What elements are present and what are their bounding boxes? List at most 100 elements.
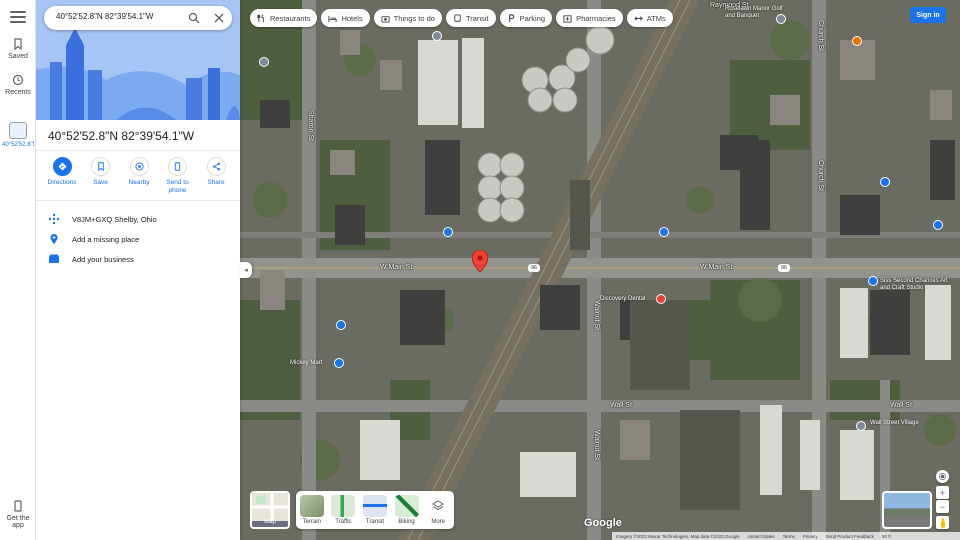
street-label-main: W Main St xyxy=(380,264,413,271)
rail-saved[interactable]: Saved xyxy=(0,38,36,60)
store-pin-icon[interactable] xyxy=(659,227,669,237)
rail-get-app-label: Get the app xyxy=(6,515,30,529)
route-shield: 96 xyxy=(778,264,790,272)
close-icon[interactable] xyxy=(213,12,225,24)
footer-link-terms[interactable]: Terms xyxy=(783,534,795,539)
terrain-icon xyxy=(299,495,324,517)
chip-label: Transit xyxy=(465,13,489,23)
layer-label: Terrain xyxy=(302,519,321,525)
directions-icon xyxy=(52,157,72,176)
street-label-church-south: Church St xyxy=(817,160,824,192)
chip-hotels[interactable]: Hotels xyxy=(321,9,370,27)
map-layer-label: Map xyxy=(264,519,276,525)
layers-panel: Terrain Traffic Transit Biking More xyxy=(296,491,454,529)
chip-label: Restaurants xyxy=(270,13,311,23)
footer-link-country[interactable]: United States xyxy=(748,534,775,539)
place-panel: 40°52'52.8"N 82°39'54.1"W Directions Sav… xyxy=(36,0,240,540)
pegman-button[interactable] xyxy=(936,516,949,529)
add-missing-place-row[interactable]: Add a missing place xyxy=(48,232,139,246)
business-icon xyxy=(49,254,59,263)
recent-place-thumbnail[interactable] xyxy=(9,122,27,139)
layer-label: Biking xyxy=(398,519,415,525)
sign-in-button[interactable]: Sign in xyxy=(910,7,946,23)
bookmark-icon xyxy=(14,38,22,50)
store-pin-icon[interactable] xyxy=(334,358,344,368)
save-label: Save xyxy=(93,179,108,186)
route-shield: 96 xyxy=(528,264,540,272)
add-business-row[interactable]: Add your business xyxy=(48,252,134,266)
dropped-pin-icon[interactable] xyxy=(472,250,488,272)
layer-terrain[interactable]: Terrain xyxy=(299,495,325,525)
street-label-wall-east: Wall St xyxy=(890,402,912,409)
hotel-icon xyxy=(328,15,337,22)
chip-label: ATMs xyxy=(646,13,666,23)
send-to-phone-label: Send to phone xyxy=(166,179,189,194)
phone-icon xyxy=(14,500,22,512)
rail-get-app[interactable]: Get the app xyxy=(0,500,36,529)
food-pin-icon[interactable] xyxy=(852,36,862,46)
chip-restaurants[interactable]: Restaurants xyxy=(250,9,318,27)
scale-bar-label[interactable]: 50 ft xyxy=(882,534,891,539)
street-label-main-east: W Main St xyxy=(700,264,733,271)
chip-transit[interactable]: Transit xyxy=(445,9,496,27)
layer-transit[interactable]: Transit xyxy=(362,495,388,525)
store-pin-icon[interactable] xyxy=(336,320,346,330)
zoom-in-button[interactable]: + xyxy=(936,486,949,499)
left-rail: Saved Recents 40°52'52.8"N Get the app xyxy=(0,0,36,540)
history-icon xyxy=(12,74,24,86)
dental-pin-icon[interactable] xyxy=(656,294,666,304)
directions-button[interactable]: Directions xyxy=(44,157,80,195)
golf-pin-icon[interactable] xyxy=(776,14,786,24)
chip-label: Things to do xyxy=(393,13,435,23)
poi-label-mickey: Mickey Mart xyxy=(290,360,323,366)
layers-icon xyxy=(426,495,450,517)
rail-recents-label: Recents xyxy=(5,89,31,96)
studio-pin-icon[interactable] xyxy=(868,276,878,286)
search-input[interactable] xyxy=(56,12,176,21)
zoom-out-button[interactable]: − xyxy=(936,500,949,513)
store-pin-icon[interactable] xyxy=(880,177,890,187)
plus-code-row[interactable]: V8JM+GXQ Shelby, Ohio xyxy=(48,212,157,226)
street-label-church: Church St xyxy=(817,20,824,52)
add-place-icon xyxy=(50,234,58,244)
map-layer-thumbnail xyxy=(252,493,288,521)
street-view-preview[interactable] xyxy=(882,491,932,529)
place-actions: Directions Save Nearby Send to phone Sha… xyxy=(44,157,234,195)
nearby-button[interactable]: Nearby xyxy=(121,157,157,195)
chip-things-to-do[interactable]: Things to do xyxy=(373,9,442,27)
rail-saved-label: Saved xyxy=(8,53,28,60)
layer-more[interactable]: More xyxy=(425,495,451,525)
menu-icon[interactable] xyxy=(10,11,26,25)
street-label-sharon: Sharon St xyxy=(307,110,314,142)
rail-recents[interactable]: Recents xyxy=(0,74,36,96)
housing-pin-icon[interactable] xyxy=(856,421,866,431)
chip-atms[interactable]: ATMs xyxy=(626,9,673,27)
place-pin-icon[interactable] xyxy=(432,31,442,41)
search-icon[interactable] xyxy=(188,12,200,24)
save-button[interactable]: Save xyxy=(83,157,119,195)
pharmacy-icon xyxy=(563,14,572,23)
store-pin-icon[interactable] xyxy=(443,227,453,237)
layer-label: More xyxy=(431,519,445,525)
layer-traffic[interactable]: Traffic xyxy=(330,495,356,525)
layer-toggle-map[interactable]: Map xyxy=(250,491,290,529)
poi-label-studio: Siss Second Chances Art and Craft Studio xyxy=(880,278,948,291)
collapse-panel-button[interactable]: ◂ xyxy=(240,262,252,278)
satellite-map[interactable]: W Main St W Main St Wall St Wall St Waln… xyxy=(240,0,960,540)
nearby-label: Nearby xyxy=(128,179,150,186)
footer-link-feedback[interactable]: Send Product Feedback xyxy=(826,534,874,539)
add-business-text: Add your business xyxy=(72,254,134,264)
place-pin-icon[interactable] xyxy=(259,57,269,67)
satellite-imagery xyxy=(240,0,960,540)
chip-parking[interactable]: Parking xyxy=(499,9,553,27)
layer-biking[interactable]: Biking xyxy=(394,495,420,525)
my-location-button[interactable] xyxy=(936,470,949,483)
share-icon xyxy=(206,157,226,176)
send-to-phone-button[interactable]: Send to phone xyxy=(160,157,196,195)
store-pin-icon[interactable] xyxy=(933,220,943,230)
footer-link-privacy[interactable]: Privacy xyxy=(803,534,818,539)
layer-label: Transit xyxy=(365,519,385,525)
share-button[interactable]: Share xyxy=(198,157,234,195)
share-label: Share xyxy=(207,179,225,186)
chip-pharmacies[interactable]: Pharmacies xyxy=(556,9,623,27)
